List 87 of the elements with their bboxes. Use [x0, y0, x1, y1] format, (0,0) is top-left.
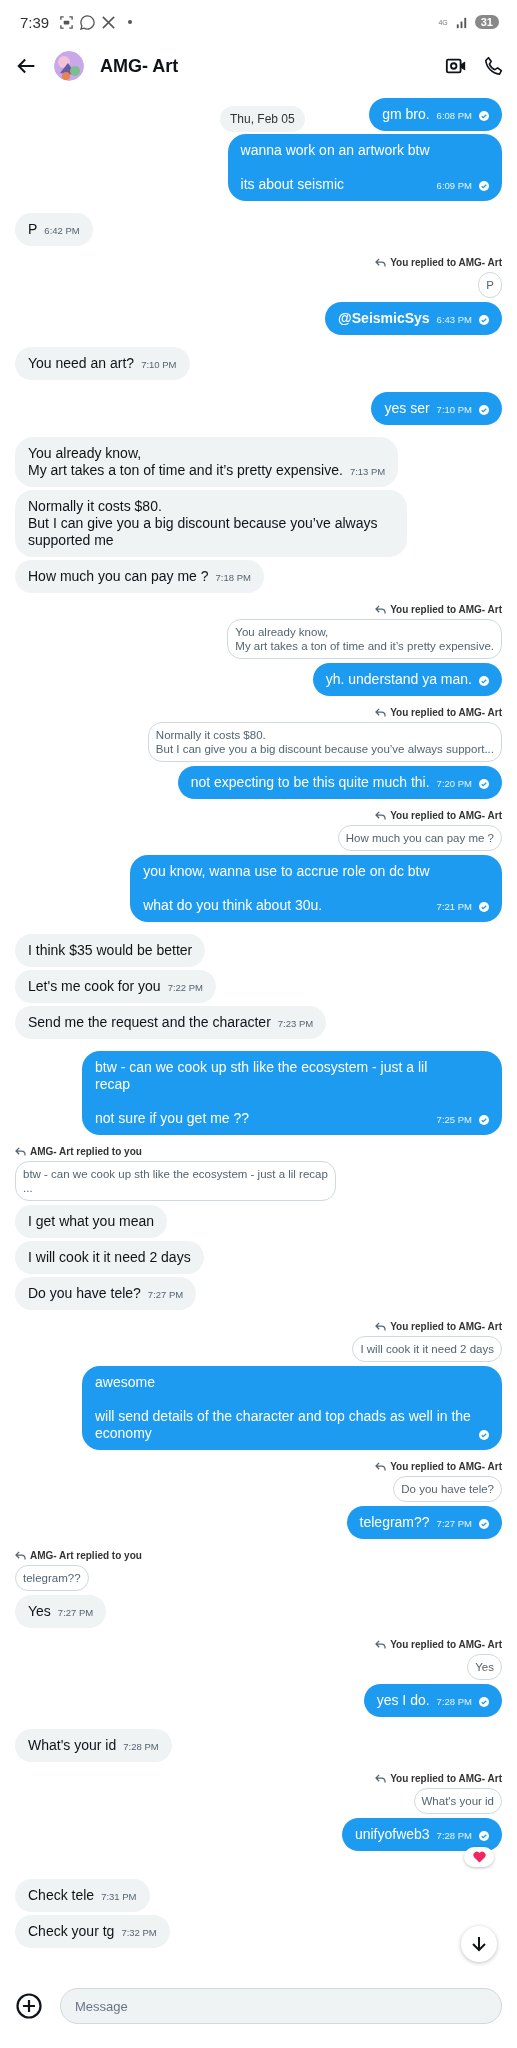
sent-check-icon — [479, 676, 489, 686]
message-time: 7:28 PM — [123, 1740, 159, 1754]
reply-label: You replied to AMG- Art — [390, 707, 502, 718]
message-field[interactable]: Message — [60, 1988, 502, 2024]
reply-label: You replied to AMG- Art — [390, 257, 502, 268]
chat-bubble-icon — [80, 14, 96, 30]
message-bubble[interactable]: Check tele 7:31 PM — [15, 1879, 150, 1912]
reply-icon — [375, 811, 387, 820]
message-time: 7:27 PM — [147, 1288, 184, 1302]
status-time: 7:39 — [20, 13, 50, 31]
reply-icon — [375, 708, 387, 717]
message-time: 7:13 PM — [349, 465, 386, 479]
date-chip: Thu, Feb 05 — [220, 106, 305, 132]
phone-icon[interactable] — [483, 55, 505, 77]
sent-check-icon — [479, 315, 489, 325]
reply-label: You replied to AMG- Art — [390, 1639, 502, 1650]
sent-check-icon — [479, 902, 489, 912]
message-bubble[interactable]: Let's me cook for you 7:22 PM — [15, 970, 216, 1003]
avatar[interactable] — [54, 51, 84, 81]
message-time: 7:32 PM — [121, 1926, 157, 1940]
message-bubble[interactable]: You need an art? 7:10 PM — [15, 347, 190, 380]
reaction-badge[interactable] — [464, 1847, 494, 1867]
reply-icon — [375, 1640, 387, 1649]
reply-label: AMG- Art replied to you — [30, 1146, 142, 1157]
contact-name: AMG- Art — [100, 55, 180, 77]
reply-icon — [375, 605, 387, 614]
message-bubble[interactable]: P 6:42 PM — [15, 213, 93, 246]
reply-icon — [375, 258, 387, 267]
message-bubble[interactable]: I think $35 would be better — [15, 934, 206, 967]
message-time: 7:23 PM — [277, 1017, 314, 1031]
message-time: 6:43 PM — [436, 313, 472, 327]
sent-check-icon — [479, 1430, 489, 1440]
sent-check-icon — [479, 779, 489, 789]
reply-label: You replied to AMG- Art — [390, 1321, 502, 1332]
message-bubble[interactable]: Normally it costs $80. But I can give you a big discount because you’ve always supported me — [15, 490, 407, 557]
message-time: 7:31 PM — [101, 1890, 137, 1904]
quoted-message[interactable]: Normally it costs $80. But I can give you a big discount because you’ve always support... — [147, 722, 502, 762]
reply-icon — [15, 1551, 26, 1560]
x-logo-icon — [101, 14, 117, 30]
message-time: 7:28 PM — [436, 1829, 472, 1843]
message-bubble[interactable]: Check your tg 7:32 PM — [15, 1915, 170, 1948]
sent-check-icon — [479, 1115, 489, 1125]
quoted-message[interactable]: You already know, My art takes a ton of time and it’s pretty expensive. — [227, 619, 502, 659]
battery-level: 31 — [474, 15, 499, 29]
message-bubble[interactable]: How much you can pay me ? 7:18 PM — [15, 560, 264, 593]
reply-label: You replied to AMG- Art — [390, 1773, 502, 1784]
quoted-message[interactable]: btw - can we cook up sth like the ecosystem - just a lil recap ... — [15, 1161, 336, 1201]
reply-icon — [375, 1774, 387, 1783]
reply-label: You replied to AMG- Art — [390, 604, 502, 615]
message-time: 7:25 PM — [436, 1113, 472, 1127]
sent-check-icon — [479, 405, 489, 415]
message-bubble[interactable]: You already know, My art takes a ton of time and it’s pretty expensive. 7:13 PM — [15, 437, 399, 487]
scroll-down-button[interactable] — [461, 1926, 497, 1962]
add-icon[interactable] — [16, 1993, 42, 2019]
notification-dot — [128, 20, 133, 24]
message-time: 7:27 PM — [57, 1606, 94, 1620]
message-time: 7:10 PM — [436, 403, 472, 417]
message-time: 6:08 PM — [436, 109, 472, 123]
message-time: 7:22 PM — [167, 981, 203, 995]
message-time: 7:10 PM — [141, 358, 177, 372]
message-bubble[interactable]: Yes 7:27 PM — [15, 1595, 107, 1628]
arrow-down-icon — [470, 1935, 488, 1953]
sent-check-icon — [479, 111, 489, 121]
sent-check-icon — [479, 181, 489, 191]
message-time: 7:27 PM — [436, 1517, 472, 1531]
message-bubble[interactable]: Do you have tele? 7:27 PM — [15, 1277, 197, 1310]
reply-label: AMG- Art replied to you — [30, 1550, 142, 1561]
reply-label: You replied to AMG- Art — [390, 1461, 502, 1472]
message-bubble[interactable]: Send me the request and the character 7:23 PM — [15, 1006, 327, 1039]
reply-icon — [15, 1147, 26, 1156]
message-bubble[interactable]: I will cook it it need 2 days — [15, 1241, 204, 1274]
message-time: 7:20 PM — [436, 777, 472, 791]
reply-icon — [375, 1322, 387, 1331]
message-bubble[interactable]: What's your id 7:28 PM — [15, 1729, 172, 1762]
sent-check-icon — [479, 1519, 489, 1529]
message-time: 7:21 PM — [436, 900, 472, 914]
sent-check-icon — [479, 1831, 489, 1841]
heart-icon — [472, 1851, 486, 1863]
message-time: 7:18 PM — [215, 571, 251, 585]
sent-check-icon — [479, 1697, 489, 1707]
message-bubble[interactable]: I get what you mean — [15, 1205, 168, 1238]
reply-icon — [375, 1462, 387, 1471]
message-time: 7:28 PM — [436, 1695, 472, 1709]
message-time: 6:09 PM — [436, 179, 472, 193]
screenshot-icon — [59, 14, 75, 30]
reply-label: You replied to AMG- Art — [390, 810, 502, 821]
message-time: 6:42 PM — [44, 224, 80, 238]
